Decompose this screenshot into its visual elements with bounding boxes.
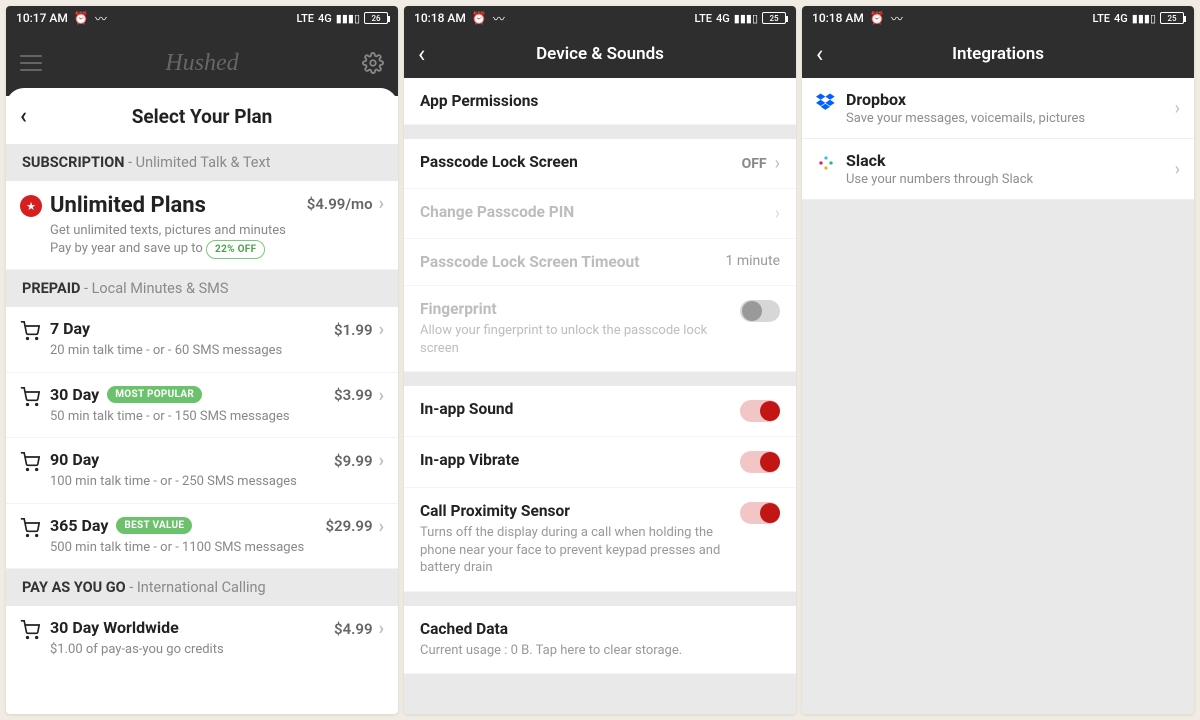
weather-icon: 〰 (891, 10, 903, 27)
section-payg: PAY AS YOU GO - International Calling (6, 569, 398, 606)
discount-badge: 22% OFF (206, 240, 265, 259)
divider (404, 592, 796, 606)
divider (404, 372, 796, 386)
chevron-right-icon: › (1175, 159, 1180, 180)
chevron-right-icon: › (775, 203, 780, 224)
plan-30day[interactable]: 30 DayMOST POPULAR 50 min talk time - or… (6, 373, 398, 439)
chevron-right-icon: › (379, 385, 384, 406)
signal-icon: ▮▮▮▯ (734, 12, 758, 25)
status-time: 10:18 AM (812, 11, 864, 25)
settings-icon[interactable] (362, 52, 384, 74)
status-bar: 10:17 AM ⏰ 〰 LTE 4G ▮▮▮▯ 26 (6, 6, 398, 30)
row-app-permissions[interactable]: App Permissions (404, 78, 796, 125)
alarm-icon: ⏰ (472, 11, 487, 25)
cart-icon (20, 385, 50, 407)
row-lock-timeout: Passcode Lock Screen Timeout 1 minute (404, 239, 796, 286)
plan-unlimited[interactable]: ★ Unlimited Plans Get unlimited texts, p… (6, 181, 398, 270)
net-icon: 4G (318, 12, 332, 25)
page-title: Select Your Plan (132, 105, 273, 128)
dropbox-icon (816, 90, 846, 114)
back-icon[interactable]: ‹ (20, 104, 27, 129)
proximity-toggle[interactable] (740, 502, 780, 524)
status-time: 10:18 AM (414, 11, 466, 25)
integration-dropbox[interactable]: Dropbox Save your messages, voicemails, … (802, 78, 1194, 139)
section-prepaid: PREPAID - Local Minutes & SMS (6, 270, 398, 307)
signal-icon: ▮▮▮▯ (1132, 12, 1156, 25)
battery-icon: 26 (364, 12, 388, 24)
page-header: ‹ Select Your Plan (6, 88, 398, 144)
status-bar: 10:18 AM ⏰ 〰 LTE 4G ▮▮▮▯ 25 (404, 6, 796, 30)
screen-plans: 10:17 AM ⏰ 〰 LTE 4G ▮▮▮▯ 26 Hushed ‹ Sel… (6, 6, 398, 714)
row-fingerprint: Fingerprint Allow your fingerprint to un… (404, 286, 796, 372)
plan-90day[interactable]: 90 Day 100 min talk time - or - 250 SMS … (6, 438, 398, 504)
empty-area (802, 200, 1194, 714)
net-icon: 4G (716, 12, 730, 25)
nav-header: ‹ Device & Sounds (404, 30, 796, 78)
plan-365day[interactable]: 365 DayBEST VALUE 500 min talk time - or… (6, 504, 398, 570)
chevron-right-icon: › (775, 153, 780, 174)
section-subscription: SUBSCRIPTION - Unlimited Talk & Text (6, 144, 398, 181)
fingerprint-toggle (740, 300, 780, 322)
row-cached-data[interactable]: Cached Data Current usage : 0 B. Tap her… (404, 606, 796, 675)
row-inapp-sound[interactable]: In-app Sound (404, 386, 796, 437)
passcode-value: OFF (742, 156, 767, 172)
status-bar: 10:18 AM ⏰ 〰 LTE 4G ▮▮▮▯ 25 (802, 6, 1194, 30)
plan-worldwide[interactable]: 30 Day Worldwide $1.00 of pay-as-you go … (6, 606, 398, 671)
chevron-right-icon: › (379, 193, 384, 214)
screen-device-sounds: 10:18 AM ⏰ 〰 LTE 4G ▮▮▮▯ 25 ‹ Device & S… (404, 6, 796, 714)
back-icon[interactable]: ‹ (816, 40, 823, 68)
empty-area (404, 674, 796, 714)
back-icon[interactable]: ‹ (418, 40, 425, 68)
row-inapp-vibrate[interactable]: In-app Vibrate (404, 437, 796, 488)
cart-icon (20, 319, 50, 341)
page-title: Integrations (952, 44, 1044, 64)
screen-integrations: 10:18 AM ⏰ 〰 LTE 4G ▮▮▮▯ 25 ‹ Integratio… (802, 6, 1194, 714)
weather-icon: 〰 (95, 10, 107, 27)
row-proximity[interactable]: Call Proximity Sensor Turns off the disp… (404, 488, 796, 592)
battery-icon: 25 (762, 12, 786, 24)
chevron-right-icon: › (1175, 98, 1180, 119)
popular-badge: MOST POPULAR (107, 386, 202, 403)
menu-icon[interactable] (20, 55, 42, 71)
lte-icon: LTE (1093, 12, 1111, 25)
app-header: Hushed (6, 30, 398, 96)
sound-toggle[interactable] (740, 400, 780, 422)
chevron-right-icon: › (379, 618, 384, 639)
lte-icon: LTE (695, 12, 713, 25)
chevron-right-icon: › (379, 450, 384, 471)
alarm-icon: ⏰ (74, 11, 89, 25)
row-change-pin: Change Passcode PIN › (404, 189, 796, 239)
nav-header: ‹ Integrations (802, 30, 1194, 78)
plan-icon: ★ (20, 195, 42, 217)
weather-icon: 〰 (493, 10, 505, 27)
net-icon: 4G (1114, 12, 1128, 25)
page-title: Device & Sounds (536, 44, 664, 64)
status-time: 10:17 AM (16, 11, 68, 25)
integration-slack[interactable]: Slack Use your numbers through Slack › (802, 139, 1194, 200)
alarm-icon: ⏰ (870, 11, 885, 25)
vibrate-toggle[interactable] (740, 451, 780, 473)
cart-icon (20, 618, 50, 640)
signal-icon: ▮▮▮▯ (336, 12, 360, 25)
row-passcode-lock[interactable]: Passcode Lock Screen OFF› (404, 139, 796, 189)
chevron-right-icon: › (379, 319, 384, 340)
cart-icon (20, 450, 50, 472)
chevron-right-icon: › (379, 516, 384, 537)
plan-7day[interactable]: 7 Day 20 min talk time - or - 60 SMS mes… (6, 307, 398, 373)
battery-icon: 25 (1160, 12, 1184, 24)
app-logo: Hushed (165, 50, 238, 77)
value-badge: BEST VALUE (116, 517, 192, 534)
slack-icon (816, 151, 846, 173)
cart-icon (20, 516, 50, 538)
lte-icon: LTE (297, 12, 315, 25)
divider (404, 125, 796, 139)
